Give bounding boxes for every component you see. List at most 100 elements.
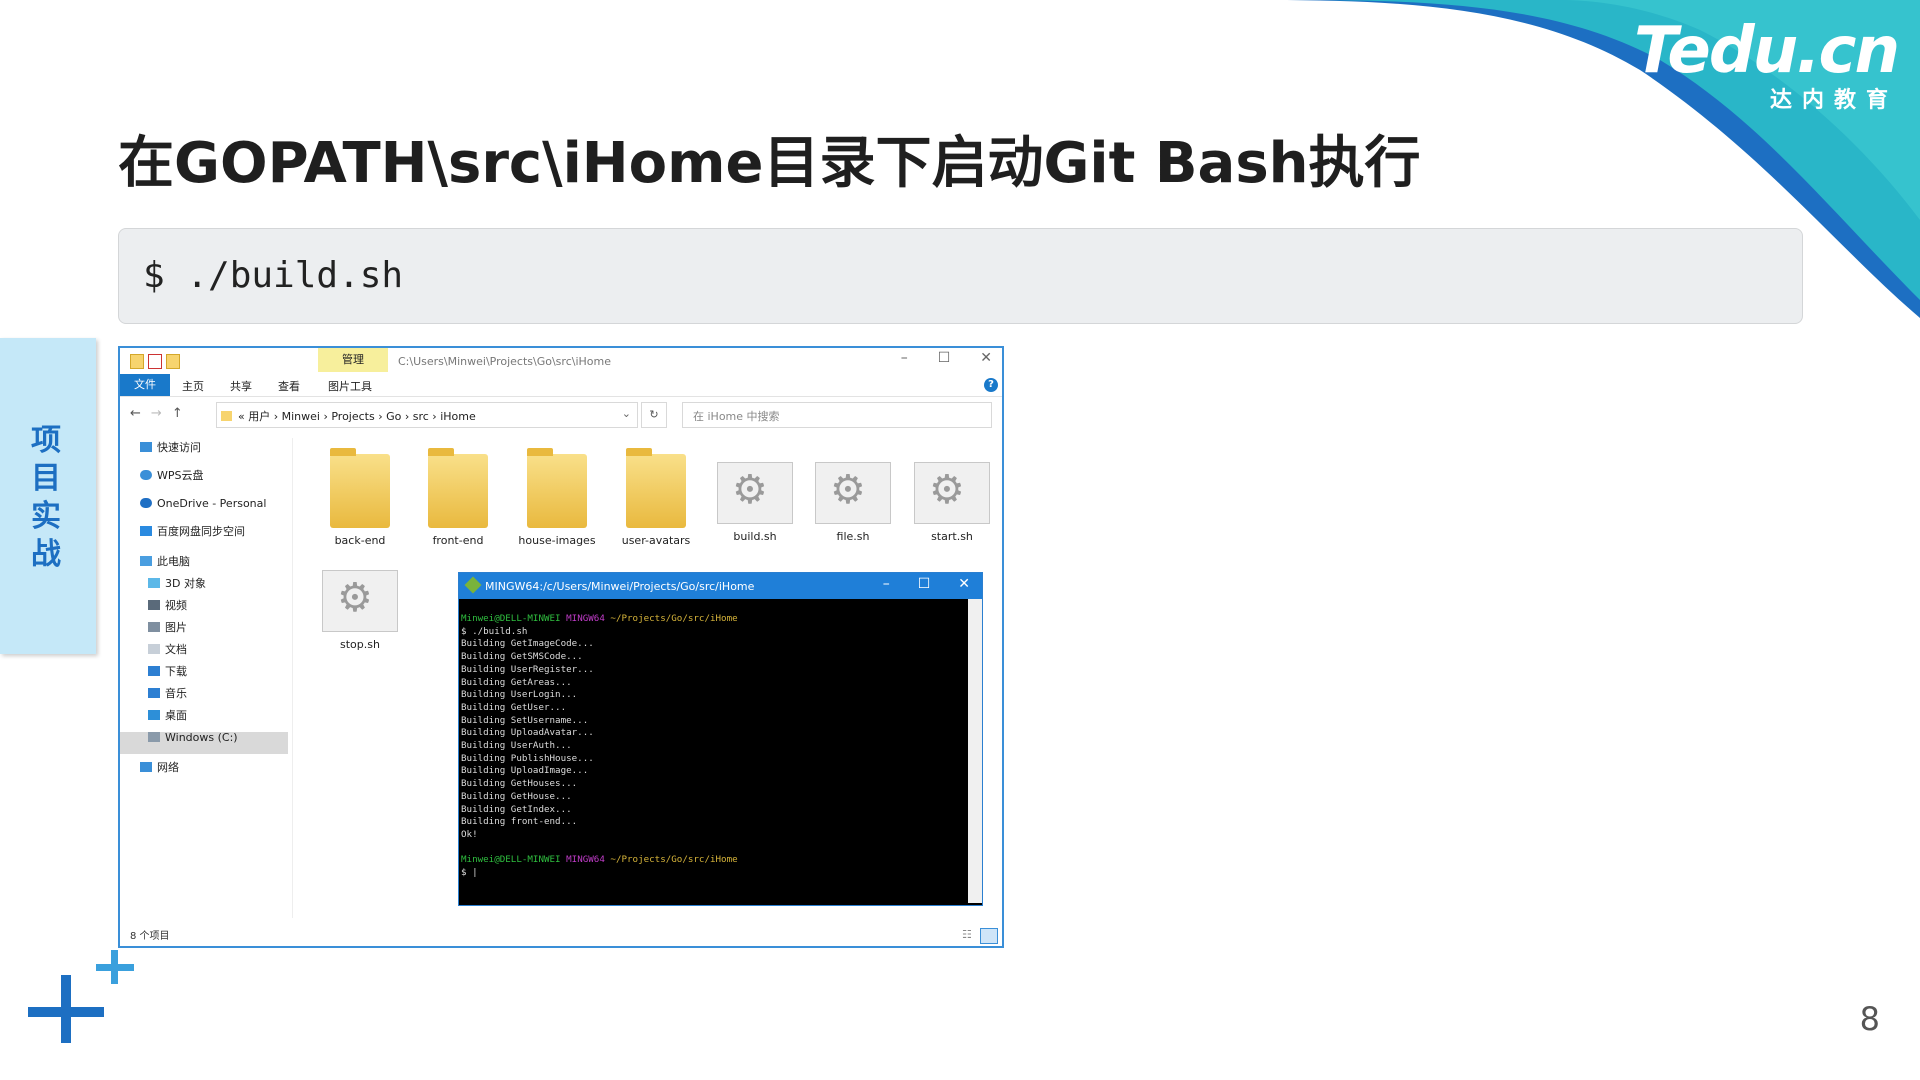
nav-videos[interactable]: 视频 xyxy=(148,596,187,616)
quick-access-toolbar[interactable] xyxy=(130,354,180,369)
close-icon[interactable]: ✕ xyxy=(980,350,992,366)
output-line: Building GetSMSCode... xyxy=(461,651,583,663)
file-label: build.sh xyxy=(733,530,777,543)
file-label: back-end xyxy=(334,534,386,547)
nav-this-pc[interactable]: 此电脑 xyxy=(140,552,190,572)
minimize-icon[interactable]: – xyxy=(883,576,890,592)
view-toggle-buttons[interactable]: ☷ xyxy=(962,928,998,944)
file-label: file.sh xyxy=(836,530,870,543)
tab-manage[interactable]: 管理 xyxy=(318,348,388,372)
video-icon xyxy=(148,600,160,610)
output-line: Building GetHouses... xyxy=(461,778,578,790)
nav-downloads[interactable]: 下载 xyxy=(148,662,187,682)
chevron-down-icon[interactable]: ⌄ xyxy=(622,407,631,420)
address-bar-row: ← → ↑ « 用户 › Minwei › Projects › Go › sr… xyxy=(120,400,1002,428)
search-input[interactable]: 在 iHome 中搜索 xyxy=(682,402,992,428)
output-line: Building GetImageCode... xyxy=(461,638,594,650)
navigation-pane: 快速访问 WPS云盘 OneDrive - Personal 百度网盘同步空间 … xyxy=(120,438,290,928)
terminal-titlebar: MINGW64:/c/Users/Minwei/Projects/Go/src/… xyxy=(459,573,982,599)
folder-icon xyxy=(428,448,488,528)
breadcrumb[interactable]: « 用户 › Minwei › Projects › Go › src › iH… xyxy=(238,410,476,423)
prompt-line: Minwei@DELL-MINWEI MINGW64 ~/Projects/Go… xyxy=(461,854,738,866)
output-line: Building UploadAvatar... xyxy=(461,727,594,739)
file-label: start.sh xyxy=(931,530,973,543)
nav-quick-access[interactable]: 快速访问 xyxy=(140,438,201,458)
nav-documents[interactable]: 文档 xyxy=(148,640,187,660)
file-item-file-sh[interactable]: file.sh xyxy=(810,454,896,543)
folder-icon xyxy=(626,448,686,528)
nav-pictures[interactable]: 图片 xyxy=(148,618,187,638)
nav-label: 图片 xyxy=(165,621,187,634)
tab-view[interactable]: 查看 xyxy=(278,378,300,394)
file-label: front-end xyxy=(432,534,484,547)
file-item-user-avatars[interactable]: user-avatars xyxy=(613,448,699,547)
output-line: Building UserAuth... xyxy=(461,740,572,752)
details-view-icon[interactable]: ☷ xyxy=(962,928,972,941)
nav-label: WPS云盘 xyxy=(157,469,204,482)
nav-network[interactable]: 网络 xyxy=(140,758,179,778)
maximize-icon[interactable]: ☐ xyxy=(918,576,931,592)
tab-picture-tools[interactable]: 图片工具 xyxy=(328,378,372,394)
nav-baidu-sync[interactable]: 百度网盘同步空间 xyxy=(140,522,245,542)
file-item-back-end[interactable]: back-end xyxy=(317,448,403,547)
command-box: $ ./build.sh xyxy=(118,228,1803,324)
tab-home[interactable]: 主页 xyxy=(182,378,204,394)
file-item-front-end[interactable]: front-end xyxy=(415,448,501,547)
output-line: Building GetAreas... xyxy=(461,676,572,688)
nav-label: Windows (C:) xyxy=(165,731,238,744)
forward-arrow-icon[interactable]: → xyxy=(151,406,162,421)
file-item-stop-sh[interactable]: stop.sh xyxy=(317,562,403,651)
terminal-output: Minwei@DELL-MINWEI MINGW64 ~/Projects/Go… xyxy=(461,613,966,880)
help-icon[interactable]: ? xyxy=(984,378,998,392)
nav-label: 视频 xyxy=(165,599,187,612)
nav-music[interactable]: 音乐 xyxy=(148,684,187,704)
file-label: user-avatars xyxy=(621,534,691,547)
nav-label: 文档 xyxy=(165,643,187,656)
large-icons-view-icon[interactable] xyxy=(980,928,998,944)
side-tab-label: 项目实战 xyxy=(31,423,61,572)
tedu-logo: Tedu.cn 达内教育 xyxy=(1634,14,1900,114)
ribbon-tabs: 文件 主页 共享 查看 图片工具 ? xyxy=(120,374,1002,397)
output-line: Building GetUser... xyxy=(461,701,567,713)
folder-icon xyxy=(330,448,390,528)
onedrive-icon xyxy=(140,498,152,508)
address-bar[interactable]: « 用户 › Minwei › Projects › Go › src › iH… xyxy=(216,402,638,428)
gear-icon xyxy=(322,570,398,632)
output-line: Building UserRegister... xyxy=(461,663,594,675)
terminal-title: MINGW64:/c/Users/Minwei/Projects/Go/src/… xyxy=(485,580,755,593)
logo-brand: Tedu.cn xyxy=(1634,14,1900,88)
output-line: Building UploadImage... xyxy=(461,765,589,777)
gear-icon xyxy=(815,462,891,524)
tab-file[interactable]: 文件 xyxy=(120,374,170,396)
tab-share[interactable]: 共享 xyxy=(230,378,252,394)
mingw-icon xyxy=(464,576,482,594)
file-item-house-images[interactable]: house-images xyxy=(514,448,600,547)
terminal-scrollbar[interactable] xyxy=(968,599,982,903)
prompt-line: Minwei@DELL-MINWEI MINGW64 ~/Projects/Go… xyxy=(461,613,738,624)
slide-title: 在GOPATH\src\iHome目录下启动Git Bash执行 xyxy=(118,131,1421,196)
close-icon[interactable]: ✕ xyxy=(958,576,970,592)
maximize-icon[interactable]: ☐ xyxy=(938,350,951,366)
file-item-build-sh[interactable]: build.sh xyxy=(712,454,798,543)
desktop-icon xyxy=(148,710,160,720)
pane-divider xyxy=(292,438,293,918)
cursor-line[interactable]: $ | xyxy=(461,867,966,880)
back-arrow-icon[interactable]: ← xyxy=(130,406,141,421)
network-icon xyxy=(140,762,152,772)
nav-wps-cloud[interactable]: WPS云盘 xyxy=(140,466,204,486)
output-line: Building SetUsername... xyxy=(461,714,589,726)
git-bash-terminal-window[interactable]: MINGW64:/c/Users/Minwei/Projects/Go/src/… xyxy=(458,572,983,906)
cloud-icon xyxy=(140,470,152,480)
nav-desktop[interactable]: 桌面 xyxy=(148,706,187,726)
nav-label: OneDrive - Personal xyxy=(157,497,267,510)
up-arrow-icon[interactable]: ↑ xyxy=(172,406,183,421)
file-item-start-sh[interactable]: start.sh xyxy=(909,454,995,543)
refresh-icon[interactable]: ↻ xyxy=(641,402,667,428)
nav-3d-objects[interactable]: 3D 对象 xyxy=(148,574,206,594)
picture-icon xyxy=(148,622,160,632)
nav-windows-c[interactable]: Windows (C:) xyxy=(148,728,238,748)
nav-onedrive[interactable]: OneDrive - Personal xyxy=(140,494,266,514)
minimize-icon[interactable]: – xyxy=(901,350,908,366)
side-tab: 项目实战 xyxy=(0,338,96,654)
drive-icon xyxy=(148,732,160,742)
